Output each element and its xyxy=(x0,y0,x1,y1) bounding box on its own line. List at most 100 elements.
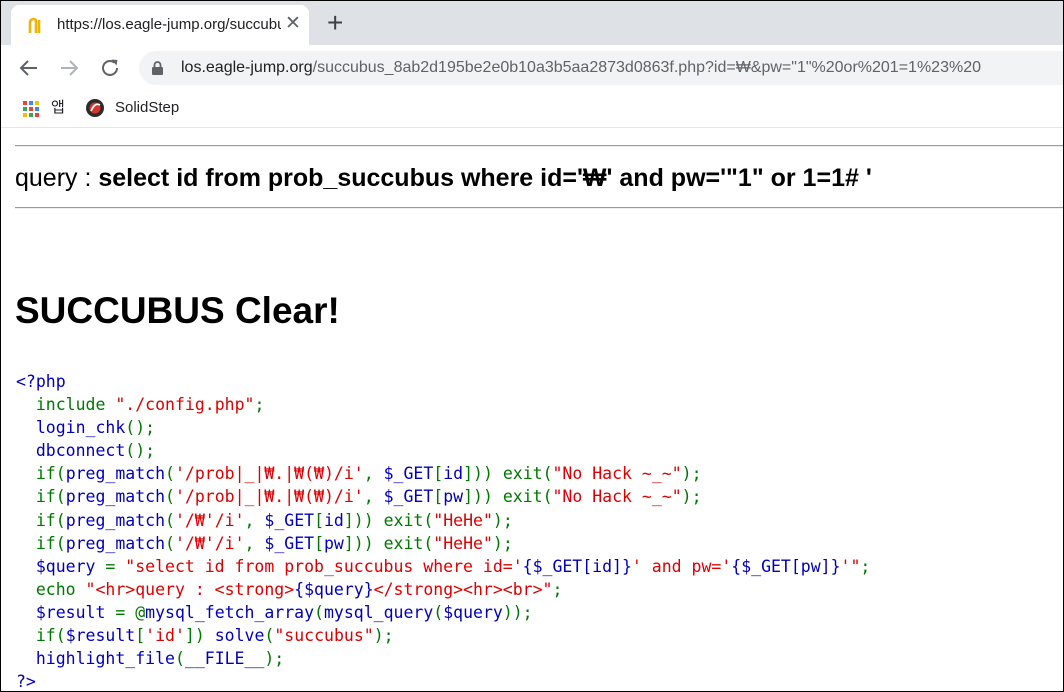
code-token: pw xyxy=(443,487,464,507)
address-bar[interactable]: los.eagle-jump.org/succubus_8ab2d195be2e… xyxy=(139,51,1063,85)
code-token: ( xyxy=(264,626,275,646)
code-token: '/prob|_|₩.|₩(₩)/i' xyxy=(174,487,364,507)
new-tab-icon[interactable]: + xyxy=(327,7,343,39)
code-token: ])) xyxy=(463,464,503,484)
code-token: $_GET xyxy=(264,510,315,530)
code-token: [ xyxy=(135,626,146,646)
query-sql: select id from prob_succubus where id='₩… xyxy=(98,164,872,192)
code-token: "HeHe" xyxy=(433,533,493,553)
code-token: "<hr>query : <strong> xyxy=(85,579,295,599)
code-token: ( xyxy=(165,533,175,553)
tab-title: https://los.eagle-jump.org/succubus xyxy=(57,16,281,33)
code-token: {$_GET[id]} xyxy=(522,556,632,576)
code-token: {$_GET[pw]} xyxy=(731,556,841,576)
code-token: if( xyxy=(35,487,66,507)
code-token: = xyxy=(105,556,126,576)
code-token: dbconnect xyxy=(16,441,126,461)
code-token: (); xyxy=(125,418,156,438)
code-line: echo "<hr>query : <strong>{$query}</stro… xyxy=(16,578,870,601)
code-token: ); xyxy=(373,626,394,646)
code-token: preg_match xyxy=(65,510,166,530)
code-line: <?php xyxy=(16,370,870,393)
code-token: mysql_fetch_array xyxy=(145,602,315,622)
code-token: '/prob|_|₩.|₩(₩)/i' xyxy=(174,464,364,484)
code-token: (); xyxy=(125,441,156,461)
code-token: $_GET xyxy=(383,464,434,484)
code-token: ( xyxy=(165,510,175,530)
code-token: mysql_query xyxy=(323,602,434,622)
code-token: exit( xyxy=(502,487,553,507)
code-token: ); xyxy=(264,649,285,669)
code-token: $query xyxy=(16,556,106,576)
code-token: $_GET xyxy=(383,487,434,507)
code-token: echo xyxy=(35,579,86,599)
close-tab-icon[interactable]: ✕ xyxy=(285,13,301,35)
code-token: [ xyxy=(433,464,444,484)
code-token: exit( xyxy=(383,533,434,553)
code-token: __FILE__ xyxy=(184,649,265,669)
code-token: highlight_file xyxy=(16,649,175,669)
code-token: "No Hack ~_~" xyxy=(552,464,682,484)
code-token: if( xyxy=(35,510,66,530)
code-line: include "./config.php"; xyxy=(16,393,870,416)
code-token: ( xyxy=(174,649,185,669)
code-line: if(preg_match('/prob|_|₩.|₩(₩)/i', $_GET… xyxy=(16,485,870,508)
code-token: ])) xyxy=(343,533,384,553)
code-token: = @ xyxy=(115,602,146,622)
divider xyxy=(15,207,1063,209)
code-token: $result xyxy=(16,602,116,622)
browser-tab[interactable]: https://los.eagle-jump.org/succubus ✕ xyxy=(11,5,309,45)
code-token: pw xyxy=(324,533,344,553)
page-content: query : select id from prob_succubus whe… xyxy=(1,127,1063,691)
code-line: if(preg_match('/₩'/i', $_GET[id])) exit(… xyxy=(16,509,870,532)
code-token: "HeHe" xyxy=(433,510,493,530)
code-line: if(preg_match('/₩'/i', $_GET[pw])) exit(… xyxy=(16,532,870,555)
url-text[interactable]: los.eagle-jump.org/succubus_8ab2d195be2e… xyxy=(181,59,981,77)
code-token: ]) xyxy=(184,626,215,646)
code-line: if(preg_match('/prob|_|₩.|₩(₩)/i', $_GET… xyxy=(16,462,870,485)
code-token: ); xyxy=(492,510,513,530)
code-token: , xyxy=(244,510,265,530)
code-token: ' and pw=' xyxy=(631,556,732,576)
php-source-code: <?php include "./config.php"; login_chk(… xyxy=(16,370,871,691)
url-host: los.eagle-jump.org xyxy=(181,59,313,76)
code-token: )); xyxy=(502,602,533,622)
back-icon[interactable] xyxy=(17,56,41,80)
code-line: ?> xyxy=(16,670,870,691)
solidstep-icon xyxy=(86,99,104,117)
code-token: id xyxy=(443,464,464,484)
bookmarks-bar: 앱 SolidStep xyxy=(1,91,1063,127)
code-token: '" xyxy=(840,556,861,576)
code-token: ); xyxy=(681,464,702,484)
reload-icon[interactable] xyxy=(98,56,122,80)
code-token: ])) xyxy=(463,487,503,507)
code-token: $_GET xyxy=(264,533,315,553)
forward-icon[interactable] xyxy=(57,56,81,80)
divider xyxy=(15,145,1063,147)
code-token: ( xyxy=(314,602,324,622)
code-token: $result xyxy=(65,626,136,646)
code-token: [ xyxy=(314,533,324,553)
bookmark-solidstep-label: SolidStep xyxy=(115,99,180,116)
lock-icon[interactable] xyxy=(151,61,164,75)
code-token: ); xyxy=(681,487,702,507)
code-token: $query xyxy=(443,602,503,622)
tab-strip: https://los.eagle-jump.org/succubus ✕ + xyxy=(1,1,1063,45)
favicon-icon xyxy=(28,17,41,33)
code-token: {$query} xyxy=(294,579,374,599)
code-token: solve xyxy=(214,626,265,646)
code-line: $query = "select id from prob_succubus w… xyxy=(16,555,871,578)
query-line: query : select id from prob_succubus whe… xyxy=(15,164,872,193)
code-token: ( xyxy=(433,602,444,622)
code-token: "No Hack ~_~" xyxy=(552,487,682,507)
code-token: <?php xyxy=(16,372,66,391)
code-token: if( xyxy=(35,464,66,484)
code-token: ; xyxy=(552,579,563,599)
code-token: if( xyxy=(35,626,66,646)
code-token: , xyxy=(244,533,265,553)
code-token: ( xyxy=(165,487,175,507)
